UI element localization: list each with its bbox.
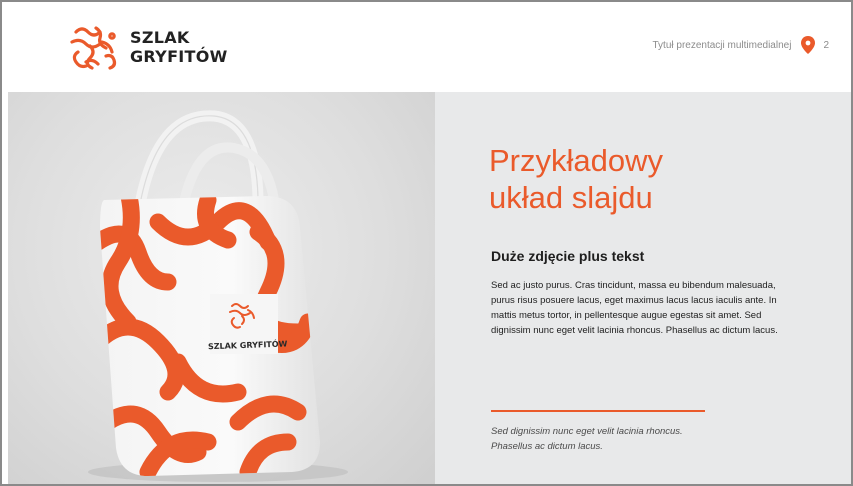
quote-text: Sed dignissim nunc eget velit lacinia rh… [491, 424, 751, 454]
slide-title: Przykładowy układ slajdu [489, 142, 809, 216]
quote-line-2: Phasellus ac dictum lacus. [491, 441, 603, 452]
body-paragraph: Sed ac justo purus. Cras tincidunt, mass… [491, 280, 778, 336]
slide-title-line-2: układ slajdu [489, 180, 653, 215]
logo-line-1: SZLAK [130, 28, 190, 47]
header-meta: Tytuł prezentacji multimedialnej 2 [652, 36, 829, 54]
tote-bag-mockup-icon: SZLAK GRYFITÓW [88, 110, 348, 482]
logo-wordmark: SZLAK GRYFITÓW [130, 28, 228, 66]
text-panel: Przykładowy układ slajdu Duże zdjęcie pl… [435, 92, 851, 484]
accent-divider [491, 410, 705, 412]
logo-line-2: GRYFITÓW [130, 47, 228, 66]
slide-subtitle: Duże zdjęcie plus tekst [491, 248, 645, 264]
quote-line-1: Sed dignissim nunc eget velit lacinia rh… [491, 426, 683, 437]
logo: SZLAK GRYFITÓW [66, 22, 228, 72]
slide-title-line-1: Przykładowy [489, 143, 663, 178]
page-number: 2 [823, 39, 829, 51]
photo-panel: SZLAK GRYFITÓW [8, 92, 435, 484]
gryphon-logo-icon [70, 26, 117, 70]
slide-header: SZLAK GRYFITÓW Tytuł prezentacji multime… [2, 2, 851, 90]
presentation-title: Tytuł prezentacji multimedialnej [652, 39, 792, 51]
slide: SZLAK GRYFITÓW Tytuł prezentacji multime… [0, 0, 853, 486]
map-pin-icon [801, 36, 816, 54]
